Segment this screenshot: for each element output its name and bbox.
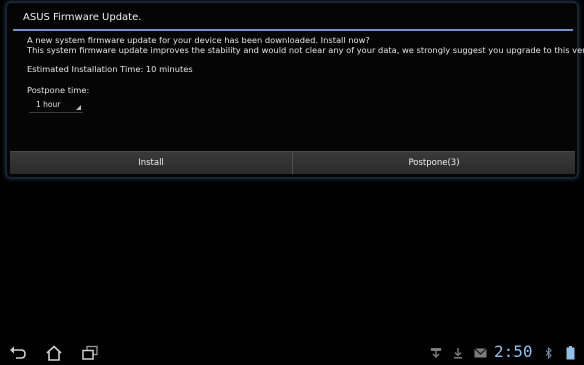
firmware-update-dialog: ASUS Firmware Update. A new system firmw… [6,2,584,178]
postpone-time-label: Postpone time: [27,85,90,95]
dialog-title: ASUS Firmware Update. [23,12,142,23]
dialog-button-bar: Install Postpone(3) [10,151,575,174]
message-line-2: This system firmware update improves the… [27,45,584,55]
home-button[interactable] [45,345,63,361]
system-bar: 2:50 [0,340,584,365]
usb-icon[interactable] [430,347,442,359]
recent-apps-button[interactable] [81,345,99,361]
home-icon [45,345,63,361]
mail-icon[interactable] [474,348,487,358]
dropdown-arrow-icon [76,105,81,110]
postpone-button[interactable]: Postpone(3) [293,152,575,174]
postpone-time-spinner[interactable]: 1 hour [29,98,83,113]
estimated-time-text: Estimated Installation Time: 10 minutes [27,64,193,74]
bluetooth-icon [545,347,553,359]
download-icon[interactable] [453,348,463,359]
clock[interactable]: 2:50 [494,342,533,362]
postpone-time-value: 1 hour [36,100,61,109]
back-button[interactable] [9,345,27,361]
title-divider [13,29,573,31]
back-icon [9,345,27,361]
battery-icon [566,346,575,360]
recent-apps-icon [81,345,99,361]
message-line-1: A new system firmware update for your de… [27,35,370,45]
install-button[interactable]: Install [10,152,292,174]
